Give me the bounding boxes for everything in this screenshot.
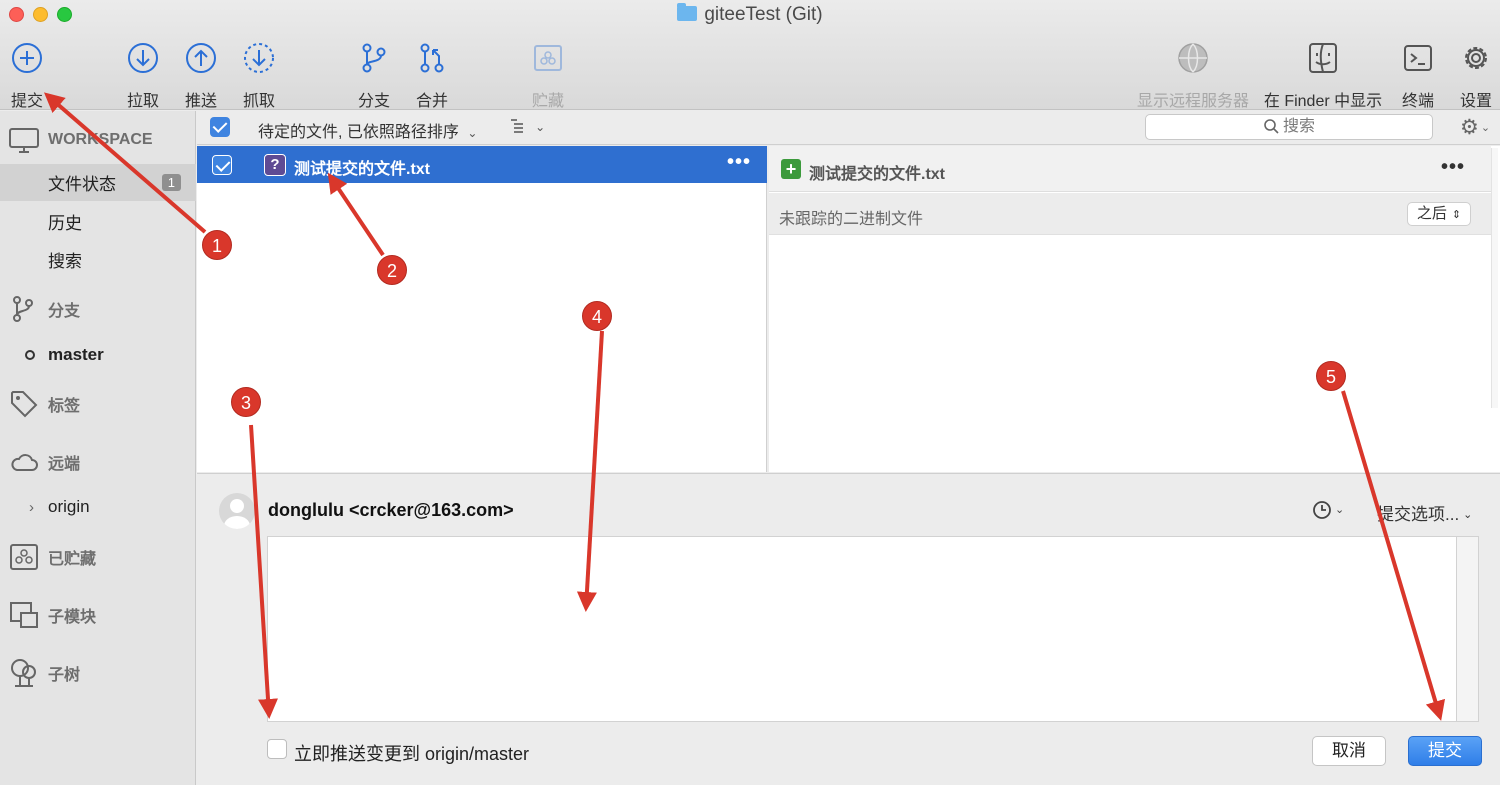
annotation-arrow-5 bbox=[1341, 390, 1446, 721]
annotation-marker-5: 5 bbox=[1316, 361, 1346, 391]
annotation-arrow-2 bbox=[327, 172, 385, 257]
sourcetree-window: giteeTest (Git) 提交 拉取 推送 抓取 分支 合并 贮藏 显示远… bbox=[0, 0, 1500, 785]
annotation-arrow-3 bbox=[249, 424, 278, 719]
annotation-marker-4: 4 bbox=[582, 301, 612, 331]
annotation-marker-3: 3 bbox=[231, 387, 261, 417]
annotation-arrow-4 bbox=[576, 330, 604, 612]
annotation-arrows bbox=[43, 92, 1446, 721]
annotation-marker-2: 2 bbox=[377, 255, 407, 285]
annotation-marker-1: 1 bbox=[202, 230, 232, 260]
annotation-arrow-1 bbox=[43, 92, 207, 234]
